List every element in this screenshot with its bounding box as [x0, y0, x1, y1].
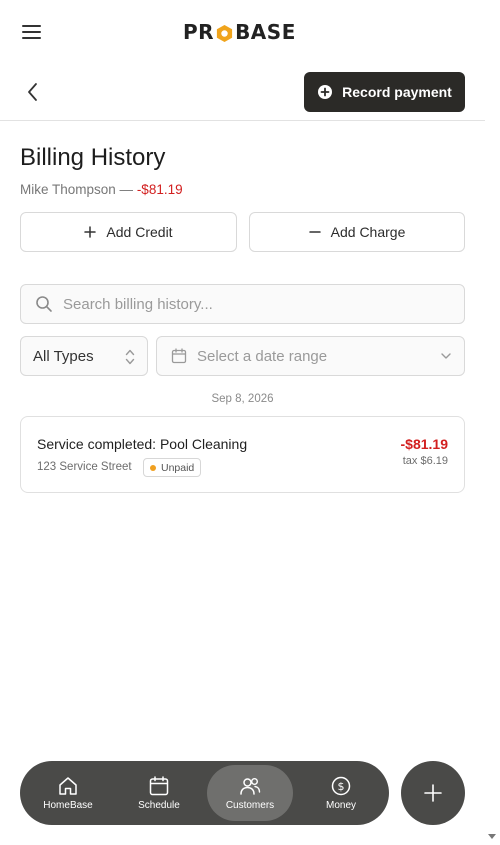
nav-item-schedule[interactable]: Schedule [116, 765, 202, 821]
app-root: PR BASE Record payment Billing History M… [0, 0, 485, 845]
search-input[interactable] [63, 295, 443, 313]
nav-label-schedule: Schedule [138, 800, 180, 811]
header-divider [0, 120, 485, 121]
calendar-icon [171, 348, 187, 364]
record-payment-label: Record payment [342, 84, 452, 100]
plus-circle-icon [318, 85, 333, 99]
customer-balance: -$81.19 [136, 182, 183, 197]
chevron-updown-icon [125, 349, 135, 365]
add-credit-label: Add Credit [106, 224, 173, 240]
dollar-icon: $ [331, 776, 351, 796]
logo-text-left: PR [183, 20, 215, 44]
chevron-down-icon [441, 353, 451, 359]
users-icon [240, 778, 261, 795]
page-title: Billing History [20, 144, 166, 171]
nav-item-homebase[interactable]: HomeBase [25, 765, 111, 821]
item-title: Service completed: Pool Cleaning [37, 436, 248, 452]
add-charge-button[interactable]: Add Charge [249, 212, 465, 252]
status-label: Unpaid [161, 461, 195, 474]
type-select-value: All Types [33, 347, 94, 365]
customer-summary: Mike Thompson — -$81.19 [20, 182, 183, 197]
summary-separator: — [115, 182, 137, 197]
calendar-icon [149, 776, 169, 796]
add-fab-button[interactable] [401, 761, 465, 825]
search-field[interactable] [20, 284, 465, 324]
item-address: 123 Service Street [37, 461, 132, 473]
plus-icon [424, 784, 442, 802]
record-payment-button[interactable]: Record payment [304, 72, 465, 112]
plus-icon [84, 226, 97, 238]
type-select[interactable]: All Types [20, 336, 148, 376]
probase-logo: PR BASE [183, 19, 296, 45]
minus-icon [308, 231, 321, 233]
menu-icon[interactable] [22, 24, 42, 40]
nav-item-money[interactable]: $ Money [298, 765, 384, 821]
top-bar: PR BASE [0, 0, 485, 64]
search-icon [36, 296, 52, 312]
billing-history-item[interactable]: Service completed: Pool Cleaning 123 Ser… [20, 416, 465, 493]
scroll-down-arrow-icon[interactable] [488, 834, 496, 839]
item-amount: -$81.19 [400, 436, 448, 452]
svg-text:$: $ [338, 780, 345, 793]
nav-label-homebase: HomeBase [43, 800, 93, 811]
date-group-header: Sep 8, 2026 [211, 393, 274, 405]
nav-label-money: Money [325, 800, 356, 811]
nav-label-customers: Customers [225, 800, 275, 811]
customer-name: Mike Thompson [20, 182, 116, 197]
status-dot-icon [150, 464, 156, 471]
logo-hexagon-icon [216, 24, 233, 42]
home-icon [59, 777, 77, 795]
status-badge: Unpaid [143, 458, 202, 477]
logo-text-right: BASE [235, 20, 296, 44]
add-charge-label: Add Charge [330, 224, 406, 240]
chevron-left-icon [28, 83, 37, 101]
page-scrollbar[interactable] [485, 0, 500, 845]
back-button[interactable] [22, 80, 44, 104]
item-tax: tax $6.19 [402, 455, 448, 467]
add-credit-button[interactable]: Add Credit [20, 212, 237, 252]
bottom-nav: HomeBase Schedule Customers $ Money [20, 761, 389, 825]
nav-item-customers[interactable]: Customers [207, 765, 293, 821]
date-range-placeholder: Select a date range [197, 347, 328, 365]
date-range-select[interactable]: Select a date range [156, 336, 465, 376]
